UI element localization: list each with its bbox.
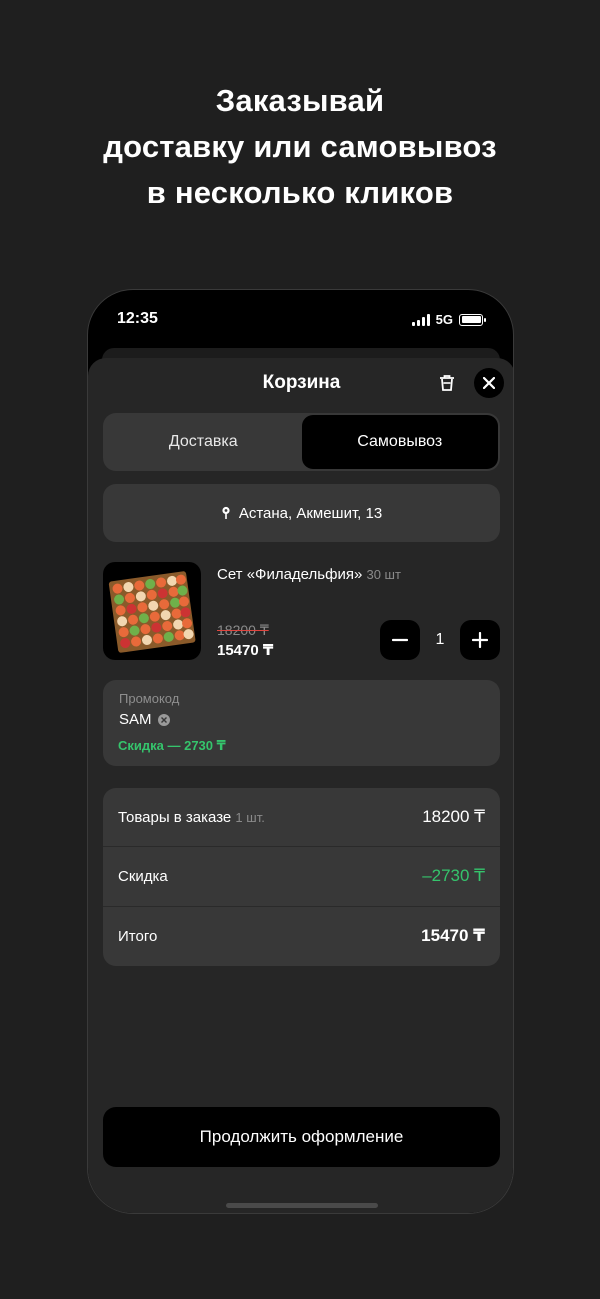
old-price: 18200 ₸ xyxy=(217,622,269,638)
summary-total-row: Итого 15470 ₸ xyxy=(103,907,500,966)
status-bar: 12:35 5G xyxy=(88,290,513,348)
promo-headline: Заказывай доставку или самовывоз в неско… xyxy=(0,78,600,216)
summary-goods-value: 18200 ₸ xyxy=(422,807,485,827)
phone-frame: 12:35 5G Корзина Доставка Самовывоз Аста… xyxy=(87,289,514,1214)
promo-label: Промокод xyxy=(119,691,180,706)
product-name: Сет «Филадельфия» xyxy=(217,566,363,583)
product-title: Сет «Филадельфия» 30 шт xyxy=(217,566,401,583)
continue-checkout-button[interactable]: Продолжить оформление xyxy=(103,1107,500,1167)
summary-goods-row: Товары в заказе 1 шт. 18200 ₸ xyxy=(103,788,500,848)
signal-icon xyxy=(411,313,430,326)
status-icons: 5G xyxy=(411,312,486,327)
network-type: 5G xyxy=(435,312,453,327)
promo-discount: Скидка — 2730 ₸ xyxy=(118,738,226,753)
summary-discount-row: Скидка –2730 ₸ xyxy=(103,847,500,907)
cart-item: Сет «Филадельфия» 30 шт 18200 ₸ 15470 ₸ … xyxy=(103,562,500,660)
new-price: 15470 ₸ xyxy=(217,642,274,659)
summary-goods-count: 1 шт. xyxy=(235,809,265,825)
promo-code-row: SAM xyxy=(119,711,170,728)
clear-promo-button[interactable] xyxy=(157,713,170,726)
battery-icon xyxy=(459,313,486,326)
delivery-mode-switch: Доставка Самовывоз xyxy=(103,413,500,471)
address-text: Астана, Акмешит, 13 xyxy=(238,504,383,522)
summary-goods-label: Товары в заказе xyxy=(118,808,232,826)
clear-icon xyxy=(160,716,167,723)
close-icon xyxy=(483,377,495,389)
summary-discount-label: Скидка xyxy=(118,867,168,885)
summary-total-label: Итого xyxy=(118,927,158,945)
quantity-stepper: 1 xyxy=(380,620,500,660)
headline-line-1: Заказывай xyxy=(215,83,385,118)
minus-icon xyxy=(392,638,408,642)
summary-total-value: 15470 ₸ xyxy=(421,926,485,946)
plus-icon xyxy=(472,632,488,648)
headline-line-3: в несколько кликов xyxy=(146,175,454,210)
summary-discount-value: –2730 ₸ xyxy=(422,866,485,886)
order-summary: Товары в заказе 1 шт. 18200 ₸ Скидка –27… xyxy=(103,788,500,966)
decrease-quantity-button[interactable] xyxy=(380,620,420,660)
summary-goods-label-wrap: Товары в заказе 1 шт. xyxy=(118,809,265,826)
location-pin-icon xyxy=(222,506,230,519)
quantity-value: 1 xyxy=(435,631,445,648)
headline-line-2: доставку или самовывоз xyxy=(103,129,497,164)
increase-quantity-button[interactable] xyxy=(460,620,500,660)
product-image xyxy=(103,562,201,660)
promo-code-value: SAM xyxy=(119,711,152,728)
home-indicator xyxy=(226,1203,378,1208)
clear-cart-button[interactable] xyxy=(436,372,458,394)
tab-delivery[interactable]: Доставка xyxy=(105,415,302,469)
tab-pickup[interactable]: Самовывоз xyxy=(301,415,498,469)
promo-code-field[interactable]: Промокод SAM Скидка — 2730 ₸ xyxy=(103,680,500,766)
trash-icon xyxy=(440,375,454,391)
cart-sheet: Корзина Доставка Самовывоз Астана, Акмеш… xyxy=(88,358,513,1213)
close-button[interactable] xyxy=(474,368,504,398)
product-count: 30 шт xyxy=(366,567,401,582)
address-selector[interactable]: Астана, Акмешит, 13 xyxy=(103,484,500,542)
status-time: 12:35 xyxy=(117,310,158,327)
